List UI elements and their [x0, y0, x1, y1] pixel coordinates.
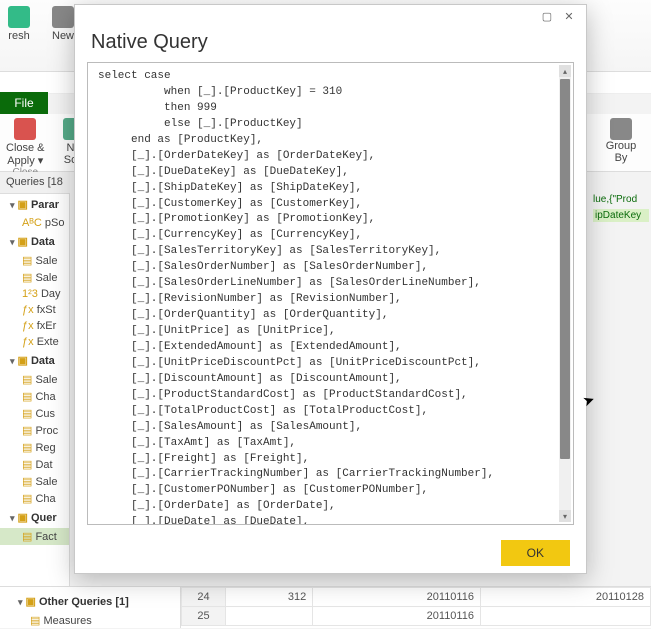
cell: [480, 607, 650, 626]
query-item[interactable]: ▤ Sale: [0, 252, 69, 269]
maximize-button[interactable]: ▢: [536, 7, 558, 25]
query-item[interactable]: ▤ Sale: [0, 269, 69, 286]
new-button[interactable]: New: [52, 6, 74, 42]
dialog-titlebar: ▢ ✕: [75, 5, 586, 27]
sql-content: select case when [_].[ProductKey] = 310 …: [88, 63, 573, 525]
cell: [226, 607, 313, 626]
query-item[interactable]: ▤ Reg: [0, 439, 69, 456]
groupby-label: Group By: [606, 140, 637, 164]
formula-fragment-1: lue,{"Prod: [593, 194, 649, 205]
query-item[interactable]: ▤ Sale: [0, 473, 69, 490]
query-group[interactable]: ▣Data: [0, 231, 69, 252]
scroll-down-arrow[interactable]: ▾: [559, 510, 571, 522]
refresh-label: resh: [8, 30, 29, 42]
formula-fragment: lue,{"Prod ipDateKey: [591, 192, 651, 232]
query-item[interactable]: ƒx fxEr: [0, 318, 69, 334]
dialog-title: Native Query: [75, 27, 586, 62]
file-tab[interactable]: File: [0, 92, 48, 114]
scroll-up-arrow[interactable]: ▴: [559, 65, 571, 77]
query-item[interactable]: ▤ Dat: [0, 456, 69, 473]
refresh-icon: [8, 6, 30, 28]
query-item[interactable]: AᴮC pSo: [0, 215, 69, 231]
query-group[interactable]: ▣Data: [0, 350, 69, 371]
queries-panel[interactable]: ▣PararAᴮC pSo▣Data▤ Sale▤ Sale1²3 Dayƒx …: [0, 194, 70, 628]
cell: 20110128: [480, 588, 650, 607]
refresh-button[interactable]: resh: [8, 6, 30, 42]
close-apply-button[interactable]: Close & Apply ▾ Close: [6, 118, 45, 178]
query-item[interactable]: ƒx Exte: [0, 334, 69, 350]
query-item[interactable]: ▤ Cha: [0, 490, 69, 507]
query-item[interactable]: 1²3 Day: [0, 286, 69, 302]
query-item[interactable]: ▤ Fact: [0, 528, 69, 545]
query-item[interactable]: ƒx fxSt: [0, 302, 69, 318]
list-item[interactable]: ▤ Measures: [8, 612, 172, 629]
other-queries-label: Other Queries [1]: [39, 596, 129, 608]
groupby-icon: [610, 118, 632, 140]
close-button[interactable]: ✕: [558, 7, 580, 25]
row-number: 25: [182, 607, 226, 626]
native-query-dialog: ▢ ✕ Native Query select case when [_].[P…: [74, 4, 587, 574]
data-preview-grid[interactable]: 24 312 20110116 20110128 25 20110116: [181, 586, 651, 628]
cell: 312: [226, 588, 313, 607]
table-row[interactable]: 24 312 20110116 20110128: [182, 588, 651, 607]
cell: 20110116: [313, 588, 481, 607]
close-apply-label: Close & Apply ▾: [6, 142, 45, 167]
column-header-fragment: ipDateKey: [593, 209, 649, 222]
query-item[interactable]: ▤ Proc: [0, 422, 69, 439]
new-label: New: [52, 30, 74, 42]
queries-panel-header: Queries [18: [0, 172, 70, 194]
ok-button[interactable]: OK: [501, 540, 570, 566]
table-row[interactable]: 25 20110116: [182, 607, 651, 626]
groupby-button[interactable]: Group By: [591, 114, 651, 172]
sql-text-area[interactable]: select case when [_].[ProductKey] = 310 …: [87, 62, 574, 525]
query-group[interactable]: ▣Quer: [0, 507, 69, 528]
vertical-scrollbar[interactable]: ▴ ▾: [559, 65, 571, 522]
query-item[interactable]: ▤ Sale: [0, 371, 69, 388]
dialog-footer: OK: [75, 533, 586, 573]
close-icon: [14, 118, 36, 140]
cell: 20110116: [313, 607, 481, 626]
new-icon: [52, 6, 74, 28]
row-number: 24: [182, 588, 226, 607]
other-queries-group[interactable]: ▣Other Queries [1] ▤ Measures: [0, 586, 181, 628]
query-group[interactable]: ▣Parar: [0, 194, 69, 215]
query-item[interactable]: ▤ Cha: [0, 388, 69, 405]
scroll-thumb[interactable]: [560, 79, 570, 459]
query-item[interactable]: ▤ Cus: [0, 405, 69, 422]
